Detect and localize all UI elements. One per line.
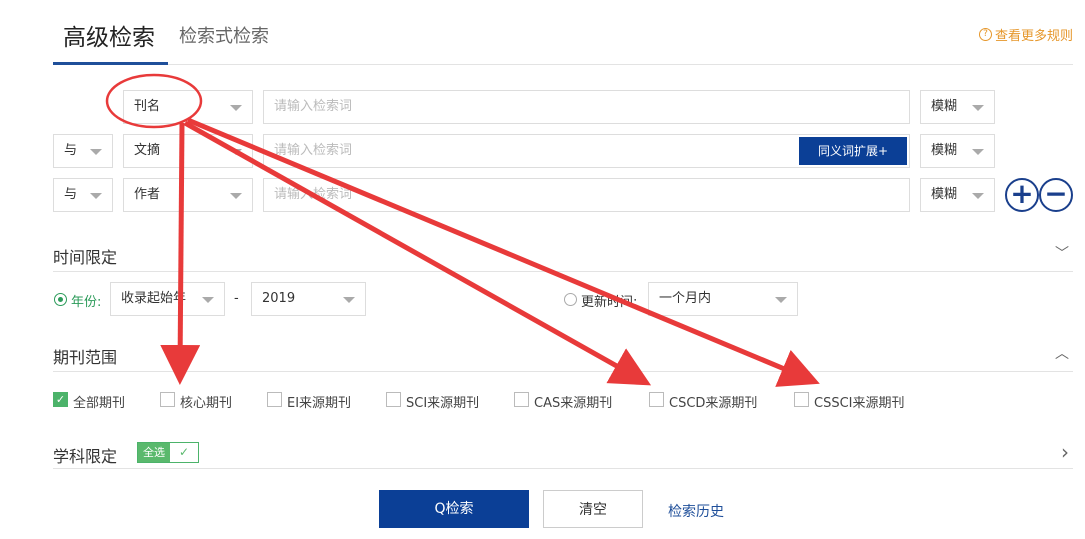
chevron-down-icon [90, 149, 102, 155]
search-history-link[interactable]: 检索历史 [668, 501, 724, 521]
more-rules-link[interactable]: ? 查看更多规则 [978, 25, 1073, 44]
tab-advanced-search[interactable]: 高级检索 [63, 18, 155, 52]
update-time-radio[interactable] [564, 293, 577, 306]
field-select-1[interactable]: 刊名 [123, 90, 253, 124]
update-time-value: 一个月内 [659, 291, 712, 306]
journal-range-title: 期刊范围 [53, 348, 118, 367]
year-to-select[interactable]: 2019 [251, 282, 366, 316]
search-button[interactable]: Q检索 [379, 490, 529, 528]
field-select-2-value: 文摘 [134, 143, 161, 158]
active-tab-underline [53, 62, 168, 65]
field-select-3-value: 作者 [134, 187, 161, 202]
checkbox-cssci-journals[interactable] [794, 392, 809, 407]
subject-toggle-chevron-icon[interactable]: › [1061, 440, 1069, 464]
remove-row-button[interactable]: − [1039, 178, 1073, 212]
search-input-3[interactable]: 请输入检索词 [263, 178, 910, 212]
field-select-1-value: 刊名 [134, 99, 161, 114]
checkbox-ei-journals[interactable] [267, 392, 282, 407]
match-select-2-value: 模糊 [931, 143, 958, 158]
check-icon: ✓ [170, 443, 198, 462]
clear-button[interactable]: 清空 [543, 490, 643, 528]
update-time-label: 更新时间: [581, 295, 638, 310]
match-select-3[interactable]: 模糊 [920, 178, 995, 212]
time-toggle-chevron-icon[interactable]: ﹀ [1055, 243, 1069, 263]
help-icon: ? [978, 28, 992, 41]
chevron-down-icon [972, 149, 984, 155]
logic-select-3[interactable]: 与 [53, 178, 113, 212]
chevron-down-icon [230, 105, 242, 111]
year-from-select[interactable]: 收录起始年 [110, 282, 225, 316]
logic-select-2[interactable]: 与 [53, 134, 113, 168]
chevron-down-icon [90, 193, 102, 199]
more-rules-label: 查看更多规则 [994, 29, 1073, 44]
chevron-down-icon [343, 297, 355, 303]
select-all-toggle[interactable]: 全选 ✓ [137, 442, 199, 463]
chevron-down-icon [972, 193, 984, 199]
divider [53, 468, 1073, 469]
search-input-1[interactable]: 请输入检索词 [263, 90, 910, 124]
subject-limit-title: 学科限定 [53, 447, 118, 466]
checkbox-label: SCI来源期刊 [406, 396, 480, 411]
add-row-button[interactable]: + [1005, 178, 1039, 212]
field-select-2[interactable]: 文摘 [123, 134, 253, 168]
checkbox-core-journals[interactable] [160, 392, 175, 407]
checkbox-label: CSCD来源期刊 [669, 396, 758, 411]
chevron-down-icon [230, 193, 242, 199]
checkbox-label: CAS来源期刊 [534, 396, 613, 411]
match-select-1-value: 模糊 [931, 99, 958, 114]
match-select-1[interactable]: 模糊 [920, 90, 995, 124]
search-tabs: 高级检索 检索式检索 ? 查看更多规则 [53, 0, 1073, 65]
year-radio[interactable] [54, 293, 67, 306]
divider [53, 271, 1073, 272]
year-radio-label: 年份: [71, 295, 102, 310]
journal-toggle-chevron-icon[interactable]: ︿ [1055, 343, 1069, 363]
chevron-down-icon [972, 105, 984, 111]
field-select-3[interactable]: 作者 [123, 178, 253, 212]
match-select-3-value: 模糊 [931, 187, 958, 202]
divider [53, 371, 1073, 372]
checkbox-label: 核心期刊 [180, 396, 233, 411]
chevron-down-icon [230, 149, 242, 155]
checkbox-cscd-journals[interactable] [649, 392, 664, 407]
checkbox-cas-journals[interactable] [514, 392, 529, 407]
time-limit-title: 时间限定 [53, 248, 118, 267]
tab-expression-search[interactable]: 检索式检索 [179, 22, 269, 48]
select-all-label: 全选 [138, 443, 170, 462]
checkbox-label: EI来源期刊 [287, 396, 352, 411]
checkbox-label: CSSCI来源期刊 [814, 396, 905, 411]
logic-select-3-value: 与 [64, 187, 78, 202]
chevron-down-icon [202, 297, 214, 303]
chevron-down-icon [775, 297, 787, 303]
synonym-expand-button[interactable]: 同义词扩展+ [799, 137, 907, 165]
update-time-select[interactable]: 一个月内 [648, 282, 798, 316]
year-from-value: 收录起始年 [121, 291, 187, 306]
checkbox-all-journals[interactable]: ✓ [53, 392, 68, 407]
match-select-2[interactable]: 模糊 [920, 134, 995, 168]
checkbox-sci-journals[interactable] [386, 392, 401, 407]
checkbox-label: 全部期刊 [73, 396, 126, 411]
year-range-dash: - [234, 291, 239, 306]
year-to-value: 2019 [262, 291, 296, 306]
logic-select-2-value: 与 [64, 143, 78, 158]
